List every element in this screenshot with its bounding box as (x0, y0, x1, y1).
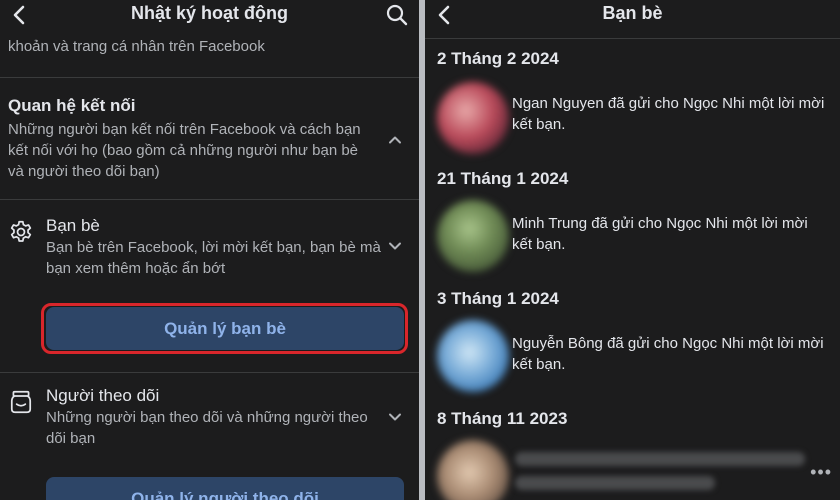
blurred-text (515, 476, 715, 490)
section-description: Những người bạn kết nối trên Facebook và… (8, 121, 361, 180)
header-bar: Nhật ký hoạt động (0, 0, 419, 32)
divider (425, 38, 840, 39)
activity-text: Nguyễn Bông đã gửi cho Ngọc Nhi một lời … (512, 335, 824, 373)
chevron-down-icon[interactable] (387, 409, 403, 425)
highlight-box (41, 303, 408, 354)
divider (0, 77, 419, 78)
activity-log-panel: Nhật ký hoạt động khoản và trang cá nhân… (0, 0, 419, 500)
date-heading: 2 Tháng 2 2024 (437, 49, 559, 68)
section-title: Quan hệ kết nối (8, 96, 136, 115)
divider (0, 372, 419, 373)
clipped-description: khoản và trang cá nhân trên Facebook (8, 38, 265, 55)
avatar (437, 82, 509, 154)
manage-followers-button[interactable]: Quản lý người theo dõi (46, 477, 404, 500)
gear-icon (10, 220, 32, 242)
activity-text: Minh Trung đã gửi cho Ngọc Nhi một lời m… (512, 215, 808, 253)
friends-description: Bạn bè trên Facebook, lời mời kết bạn, b… (46, 239, 381, 277)
avatar (437, 440, 509, 500)
date-heading: 3 Tháng 1 2024 (437, 289, 559, 308)
chevron-down-icon[interactable] (387, 238, 403, 254)
date-heading: 21 Tháng 1 2024 (437, 169, 569, 188)
header-bar: Bạn bè (425, 0, 840, 32)
chevron-up-icon[interactable] (387, 132, 403, 148)
jar-icon (10, 390, 32, 414)
page-title: Bạn bè (602, 3, 663, 23)
avatar (437, 320, 509, 392)
avatar (437, 200, 509, 272)
followers-title: Người theo dõi (46, 386, 160, 405)
blurred-text (515, 452, 805, 466)
page-title: Nhật ký hoạt động (131, 3, 288, 23)
divider (0, 199, 419, 200)
friends-title: Bạn bè (46, 216, 100, 235)
date-heading: 8 Tháng 11 2023 (437, 409, 568, 428)
friends-activity-panel: Bạn bè 2 Tháng 2 2024 Ngan Nguyen đã gửi… (425, 0, 840, 500)
followers-description: Những người bạn theo dõi và những người … (46, 409, 368, 447)
activity-text: Ngan Nguyen đã gửi cho Ngọc Nhi một lời … (512, 95, 825, 133)
search-icon[interactable] (385, 3, 409, 27)
more-options-icon[interactable]: ••• (810, 462, 832, 483)
